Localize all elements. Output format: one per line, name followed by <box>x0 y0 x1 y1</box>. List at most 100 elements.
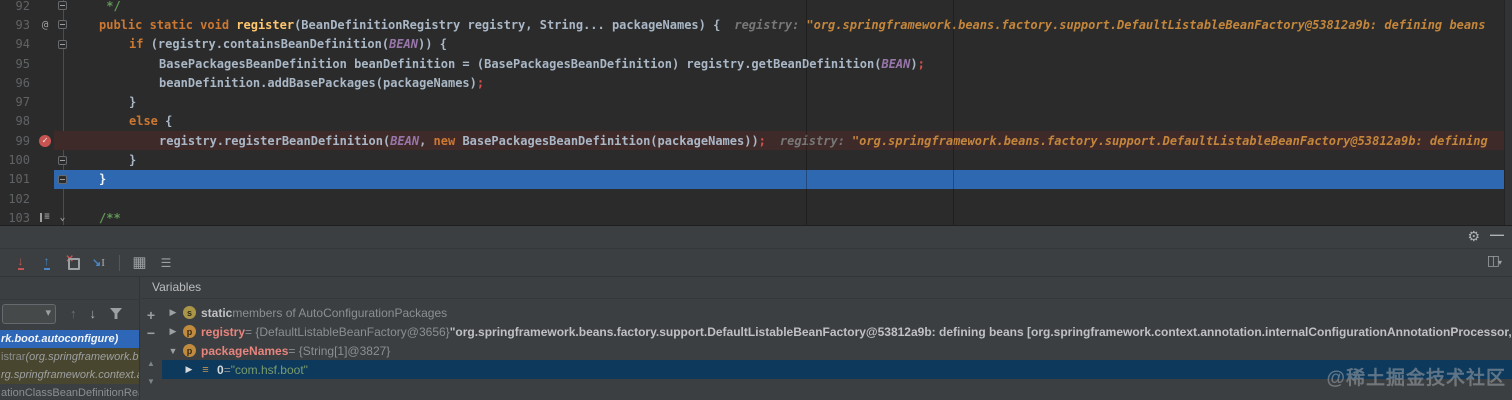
code-line-98[interactable]: 98 else { <box>0 112 1512 131</box>
expand-arrow-icon[interactable]: ▶ <box>166 326 180 337</box>
next-frame-button[interactable]: ↓ <box>90 306 97 321</box>
code-line-103[interactable]: 103 ≡ ⌄ /** <box>0 208 1512 225</box>
variable-text: = <box>223 362 231 377</box>
line-number[interactable]: 101 <box>0 172 34 186</box>
code-line-95[interactable]: 95 BasePackagesBeanDefinition beanDefinit… <box>0 54 1512 73</box>
fold-marker[interactable] <box>56 39 69 49</box>
line-number[interactable]: 94 <box>0 37 34 51</box>
frame-row[interactable]: istrar (org.springframework.b <box>0 348 139 366</box>
code-editor[interactable]: 92 */ 93 @ public static void register (Bean… <box>0 0 1512 225</box>
line-number[interactable]: 99 <box>0 134 34 148</box>
variable-text: static <box>201 305 233 320</box>
code-text: else { <box>129 114 173 129</box>
array-variable-icon: ≡ <box>202 363 209 376</box>
line-number[interactable]: 93 <box>0 18 34 32</box>
gear-icon[interactable]: ⚙ <box>1467 228 1480 245</box>
debugger-toolbar: ↓ ↑ ✕ ↘ I ▦ ☰ ◫ ▾ <box>0 249 1512 277</box>
variables-title: Variables <box>152 280 202 294</box>
line-number[interactable]: 103 <box>0 211 34 225</box>
evaluate-expression-button[interactable]: ▦ <box>127 252 152 273</box>
force-step-into-button[interactable]: ↓ <box>8 252 33 273</box>
code-line-97[interactable]: 97} <box>0 92 1512 111</box>
code-line-94[interactable]: 94 if (registry.containsBeanDefinition(BE… <box>0 35 1512 54</box>
add-watch-button[interactable]: + <box>147 306 155 324</box>
frames-pane: ↑ ↓ rk.boot.autoconfigure)istrar (org.sp… <box>0 276 140 400</box>
previous-frame-button[interactable]: ↑ <box>70 306 77 321</box>
code-line-93[interactable]: 93 @ public static void register (BeanDefin… <box>0 15 1512 34</box>
code-text: BasePackagesBeanDefinition beanDefinitio… <box>159 56 925 71</box>
fold-marker[interactable] <box>56 1 69 11</box>
annotation-gutter-icon[interactable]: @ <box>34 18 56 31</box>
bookmark-gutter-icon[interactable]: ≡ <box>34 213 56 223</box>
variable-text: "org.springframework.beans.factory.suppo… <box>449 324 1512 339</box>
filter-frames-icon[interactable] <box>110 308 122 319</box>
breakpoint-icon[interactable]: ✓ <box>34 134 56 147</box>
line-number[interactable]: 92 <box>0 0 34 13</box>
scroll-up-button[interactable]: ▲ <box>147 354 155 372</box>
watches-toolbar: + − ▲ ▼ <box>141 299 161 400</box>
code-text: */ <box>99 0 121 13</box>
collapse-arrow-icon[interactable]: ▼ <box>166 346 180 356</box>
debugger-settings-button[interactable]: ☰ <box>153 252 178 273</box>
debug-panel-header: ⚙ — <box>0 226 1512 249</box>
variable-row[interactable]: ▶ s static members of AutoConfigurationPac… <box>162 303 1512 322</box>
editor-lines: 92 */ 93 @ public static void register (Bean… <box>0 0 1512 225</box>
expand-arrow-icon[interactable]: ▶ <box>166 307 180 318</box>
chevron-down-icon: ▾ <box>1497 258 1502 267</box>
code-text: } <box>99 172 107 187</box>
code-line-101[interactable]: 101} <box>0 169 1512 190</box>
code-text: /** <box>99 210 121 225</box>
variable-text: 0 <box>217 362 224 377</box>
variable-text: members of AutoConfigurationPackages <box>232 305 448 320</box>
line-number[interactable]: 95 <box>0 57 34 71</box>
variables-tree: ▶ s static members of AutoConfigurationPac… <box>162 299 1512 400</box>
debug-panel-content: ↑ ↓ rk.boot.autoconfigure)istrar (org.sp… <box>0 276 1512 400</box>
fold-marker[interactable] <box>56 155 69 165</box>
code-line-99[interactable]: 99 ✓ registry.registerBeanDefinition(BEAN,… <box>0 131 1512 151</box>
frames-header <box>0 276 139 300</box>
fold-marker[interactable] <box>56 174 69 184</box>
code-text: beanDefinition.addBasePackages(packageNa… <box>159 75 485 90</box>
fold-marker[interactable]: ⌄ <box>56 212 69 223</box>
code-line-100[interactable]: 100} <box>0 150 1512 169</box>
settings-lines-icon: ☰ <box>160 255 172 270</box>
thread-combobox[interactable] <box>2 303 56 324</box>
variable-row[interactable]: ▶ p registry = {DefaultListableBeanFactory… <box>162 322 1512 341</box>
layout-settings-button[interactable]: ◫ ▾ <box>1487 253 1502 267</box>
variable-text: packageNames <box>201 343 289 358</box>
line-number[interactable]: 96 <box>0 76 34 90</box>
line-number[interactable]: 98 <box>0 114 34 128</box>
inline-debugger-hint: registry: "org.springframework.beans.fact… <box>779 133 1488 148</box>
frames-list: rk.boot.autoconfigure) istrar (org.spring… <box>0 330 139 400</box>
variable-text: = {String[1]@3827} <box>288 343 391 358</box>
calculator-icon: ▦ <box>132 254 147 271</box>
remove-watch-button[interactable]: − <box>147 324 155 342</box>
variable-text: registry <box>201 324 246 339</box>
variable-row[interactable]: ▼ p packageNames = {String[1]@3827} <box>162 341 1512 360</box>
variable-text: = {DefaultListableBeanFactory@3656} <box>245 324 450 339</box>
param-variable-icon: p <box>183 344 196 357</box>
editor-scrollbar-stripe[interactable] <box>1504 0 1512 225</box>
run-to-cursor-button[interactable]: ↘ I <box>86 252 111 273</box>
code-text: if (registry.containsBeanDefinition(BEAN… <box>129 37 447 52</box>
variable-text: "com.hsf.boot" <box>230 362 308 377</box>
inline-debugger-hint: registry: "org.springframework.beans.fact… <box>734 17 1486 32</box>
hide-panel-icon[interactable]: — <box>1490 226 1504 242</box>
fold-marker[interactable] <box>56 20 69 30</box>
code-text: } <box>129 153 137 168</box>
code-line-102[interactable]: 102 <box>0 189 1512 208</box>
scroll-down-button[interactable]: ▼ <box>147 372 155 390</box>
line-number[interactable]: 102 <box>0 192 34 206</box>
margin-guide-2 <box>953 0 954 225</box>
frame-row[interactable]: rk.boot.autoconfigure) <box>0 330 139 348</box>
code-line-92[interactable]: 92 */ <box>0 0 1512 15</box>
code-line-96[interactable]: 96 beanDefinition.addBasePackages(package… <box>0 73 1512 92</box>
step-out-button[interactable]: ↑ <box>34 252 59 273</box>
frame-row[interactable]: ationClassBeanDefinitionRea <box>0 384 139 400</box>
drop-frame-button[interactable]: ✕ <box>60 252 85 273</box>
variable-row[interactable]: ▶ ≡ 0 = "com.hsf.boot" <box>162 360 1512 379</box>
line-number[interactable]: 97 <box>0 95 34 109</box>
expand-arrow-icon[interactable]: ▶ <box>182 364 196 375</box>
frame-row[interactable]: rg.springframework.context.a <box>0 366 139 384</box>
line-number[interactable]: 100 <box>0 153 34 167</box>
